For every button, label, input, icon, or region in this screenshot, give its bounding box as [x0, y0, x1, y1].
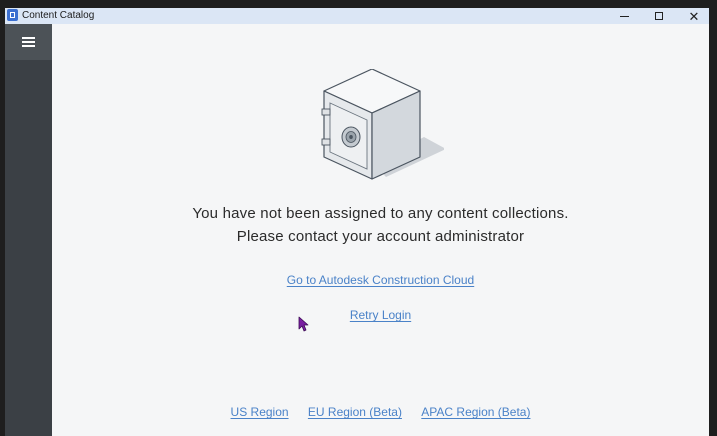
maximize-icon	[655, 12, 663, 20]
us-region-link[interactable]: US Region	[231, 405, 289, 419]
app-window: Content Catalog ✕ You have not been assi…	[5, 8, 709, 436]
acc-link-row: Go to Autodesk Construction Cloud	[52, 273, 709, 287]
mouse-pointer-icon	[298, 316, 309, 332]
app-icon	[7, 9, 18, 21]
autodesk-construction-cloud-link[interactable]: Go to Autodesk Construction Cloud	[287, 273, 474, 287]
minimize-icon	[619, 15, 629, 17]
minimize-button[interactable]	[609, 8, 639, 24]
sidebar	[5, 24, 52, 436]
close-icon: ✕	[688, 8, 700, 24]
apac-region-link[interactable]: APAC Region (Beta)	[421, 405, 530, 419]
title-bar[interactable]: Content Catalog ✕	[5, 8, 709, 24]
retry-login-link[interactable]: Retry Login	[350, 308, 411, 322]
contact-admin-message: Please contact your account administrato…	[236, 228, 525, 245]
menu-button[interactable]	[5, 24, 52, 60]
close-button[interactable]: ✕	[679, 8, 709, 24]
main-content: You have not been assigned to any conten…	[52, 24, 709, 436]
no-collections-message: You have not been assigned to any conten…	[192, 205, 569, 222]
region-links: US Region EU Region (Beta) APAC Region (…	[52, 405, 709, 419]
hamburger-menu-icon	[22, 37, 35, 47]
window-title: Content Catalog	[22, 10, 95, 21]
eu-region-link[interactable]: EU Region (Beta)	[308, 405, 402, 419]
maximize-button[interactable]	[644, 8, 674, 24]
safe-icon	[321, 69, 444, 180]
retry-link-row: Retry Login	[52, 308, 709, 322]
